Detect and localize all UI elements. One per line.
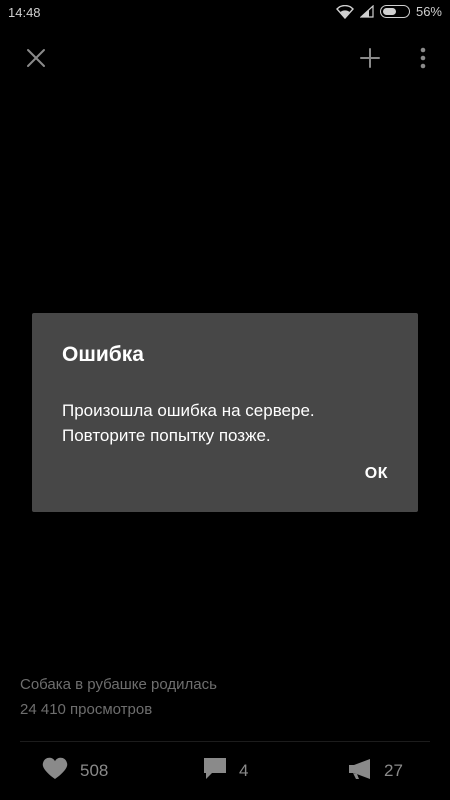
more-vertical-icon (420, 47, 426, 74)
post-views: 24 410 просмотров (20, 701, 153, 718)
like-button[interactable]: 508 (42, 755, 108, 787)
dialog-title: Ошибка (62, 343, 144, 366)
status-bar: 14:48 56% (0, 0, 450, 26)
share-count: 27 (384, 761, 403, 780)
add-button[interactable] (350, 40, 390, 80)
screen: 14:48 56% Ошибка Произошла ошибка на сер… (0, 0, 450, 800)
battery-fill (382, 8, 396, 15)
share-button[interactable]: 27 (348, 755, 403, 787)
battery-percent: 56% (415, 4, 442, 19)
more-options-button[interactable] (408, 40, 438, 80)
ok-button[interactable]: ОК (365, 465, 388, 483)
close-button[interactable] (16, 40, 56, 80)
comment-button[interactable]: 4 (203, 755, 248, 787)
post-title: Собака в рубашке родилась (20, 676, 217, 693)
like-count: 508 (80, 761, 109, 780)
heart-icon (42, 757, 68, 785)
battery-icon (379, 5, 410, 18)
close-icon (26, 48, 46, 73)
dialog-message: Произошла ошибка на сервере. Повторите п… (62, 401, 315, 445)
comment-count: 4 (239, 761, 249, 780)
signal-icon (359, 5, 374, 18)
status-time: 14:48 (8, 5, 41, 20)
plus-icon (360, 47, 380, 73)
error-dialog: Ошибка Произошла ошибка на сервере. Повт… (32, 313, 418, 512)
megaphone-icon (348, 758, 372, 785)
status-icons: 56% (336, 4, 442, 19)
comment-icon (203, 757, 227, 785)
wifi-icon (336, 4, 354, 19)
divider (20, 741, 430, 742)
top-toolbar (0, 40, 450, 80)
